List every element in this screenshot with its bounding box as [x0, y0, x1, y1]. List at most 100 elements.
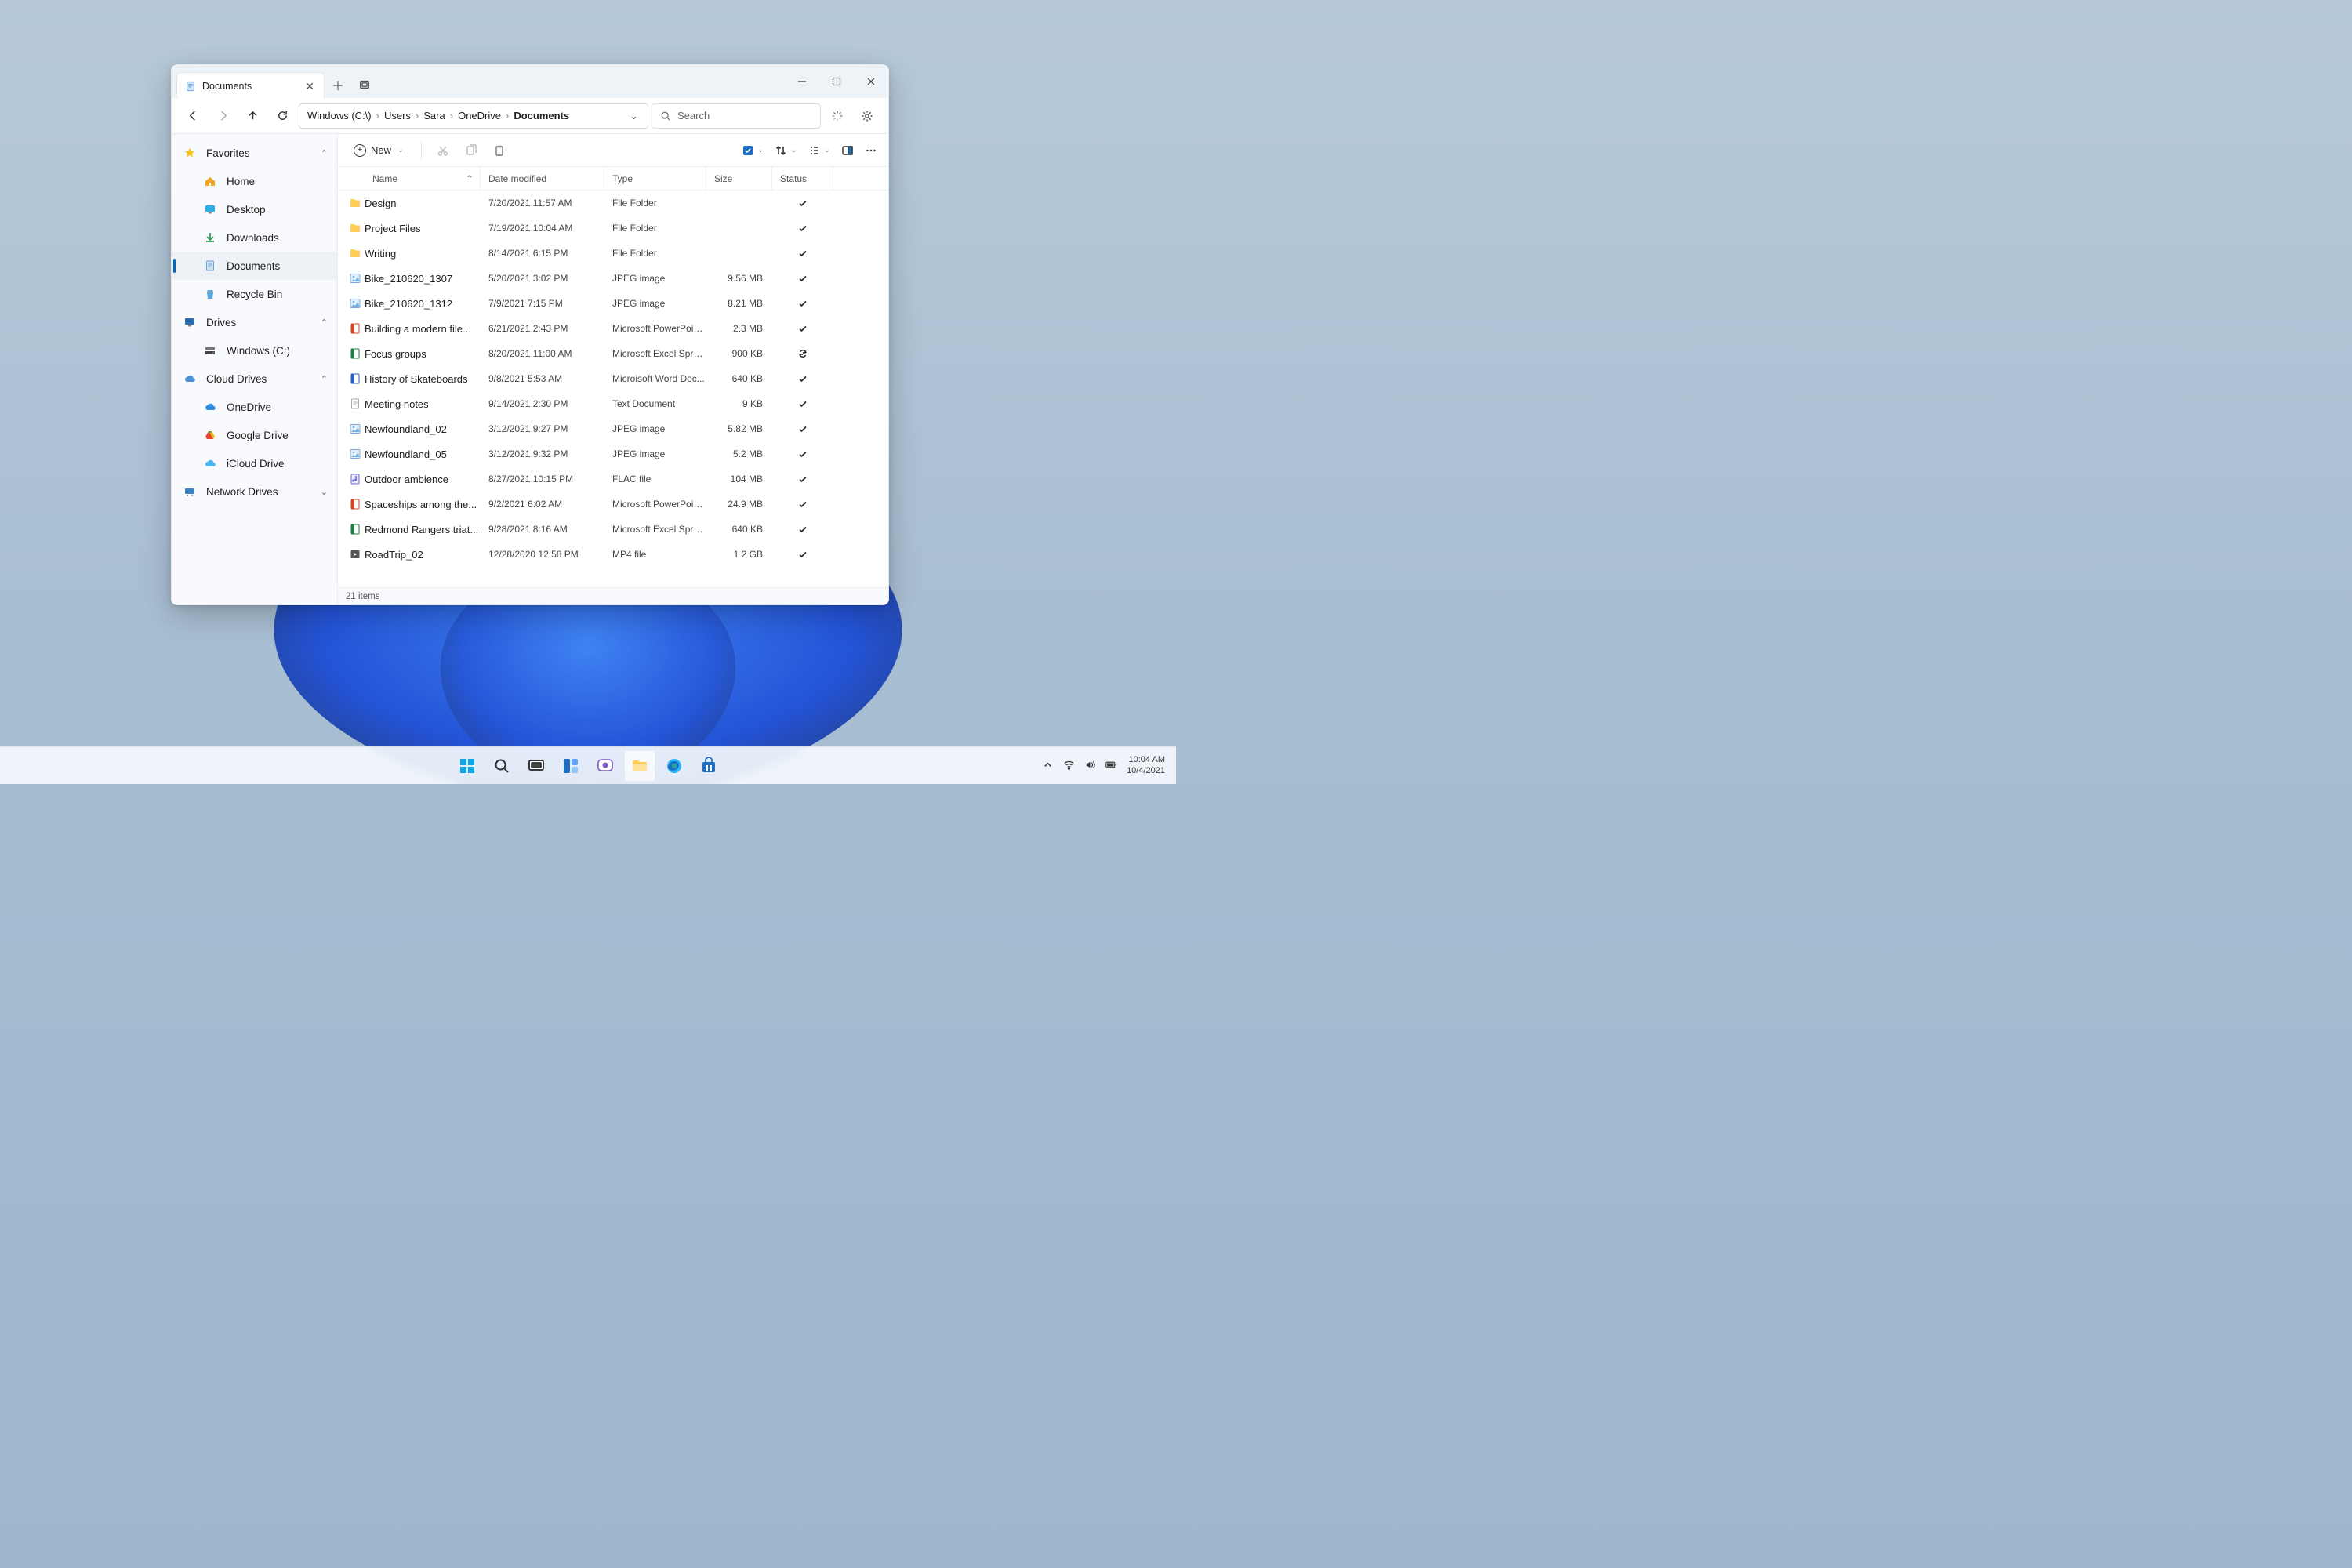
close-tab-icon[interactable]: ✕ [305, 81, 314, 92]
maximize-button[interactable] [819, 65, 854, 98]
file-row[interactable]: Spaceships among the...9/2/2021 6:02 AMM… [338, 492, 888, 517]
txt-icon [346, 397, 365, 410]
sidebar-group-drives[interactable]: Drives⌃ [172, 308, 337, 336]
settings-button[interactable] [854, 103, 880, 129]
breadcrumb-segment[interactable]: Users [381, 110, 414, 122]
select-mode-button[interactable]: ⌄ [739, 144, 767, 157]
file-explorer-taskbar-button[interactable] [624, 750, 655, 782]
file-type: FLAC file [604, 474, 706, 485]
sort-button[interactable]: ⌄ [771, 144, 800, 157]
file-row[interactable]: RoadTrip_0212/28/2020 12:58 PMMP4 file1.… [338, 542, 888, 567]
copy-button[interactable] [459, 139, 483, 162]
column-date[interactable]: Date modified [481, 167, 604, 190]
breadcrumb-segment[interactable]: Sara [420, 110, 448, 122]
file-name: RoadTrip_02 [365, 549, 481, 561]
navigation-sidebar[interactable]: Favorites⌃HomeDesktopDownloadsDocumentsR… [172, 134, 338, 604]
start-button[interactable] [452, 750, 483, 782]
network-icon [183, 485, 197, 498]
store-button[interactable] [693, 750, 724, 782]
volume-icon[interactable] [1084, 759, 1096, 773]
edge-browser-button[interactable] [659, 750, 690, 782]
breadcrumb[interactable]: Windows (C:\)›Users›Sara›OneDrive›Docume… [299, 103, 648, 129]
file-row[interactable]: Design7/20/2021 11:57 AMFile Folder [338, 191, 888, 216]
file-list[interactable]: Design7/20/2021 11:57 AMFile FolderProje… [338, 191, 888, 587]
file-row[interactable]: History of Skateboards9/8/2021 5:53 AMMi… [338, 366, 888, 391]
more-button[interactable] [862, 144, 880, 157]
column-name[interactable]: Name⌃ [365, 167, 481, 190]
cloud-icon [183, 372, 197, 385]
task-view-button[interactable] [521, 750, 552, 782]
breadcrumb-segment[interactable]: Documents [510, 110, 572, 122]
system-tray[interactable]: 10:04 AM 10/4/2021 [1042, 755, 1176, 775]
column-type[interactable]: Type [604, 167, 706, 190]
file-size: 5.2 MB [706, 448, 772, 459]
file-size: 9 KB [706, 398, 772, 409]
sidebar-item-desktop[interactable]: Desktop [172, 195, 337, 223]
sidebar-group-network-drives[interactable]: Network Drives⌄ [172, 477, 337, 506]
sidebar-item-google-drive[interactable]: Google Drive [172, 421, 337, 449]
file-name: Newfoundland_02 [365, 423, 481, 435]
sidebar-group-cloud-drives[interactable]: Cloud Drives⌃ [172, 365, 337, 393]
file-date: 7/19/2021 10:04 AM [481, 223, 604, 234]
sidebar-item-recycle-bin[interactable]: Recycle Bin [172, 280, 337, 308]
sidebar-group-favorites[interactable]: Favorites⌃ [172, 139, 337, 167]
battery-icon[interactable] [1105, 759, 1117, 773]
file-row[interactable]: Newfoundland_053/12/2021 9:32 PMJPEG ima… [338, 441, 888, 466]
wifi-icon[interactable] [1063, 759, 1075, 773]
file-type: Microsoft Excel Sprea... [604, 524, 706, 535]
sidebar-item-downloads[interactable]: Downloads [172, 223, 337, 252]
toolbar: + New ⌄ ⌄ ⌄ ⌄ [338, 134, 888, 167]
file-row[interactable]: Building a modern file...6/21/2021 2:43 … [338, 316, 888, 341]
search-taskbar-button[interactable] [486, 750, 517, 782]
widgets-button[interactable] [555, 750, 586, 782]
file-row[interactable]: Bike_210620_13127/9/2021 7:15 PMJPEG ima… [338, 291, 888, 316]
tab-overview-button[interactable] [351, 71, 378, 98]
chevron-right-icon: › [504, 110, 510, 122]
tab-documents[interactable]: Documents ✕ [176, 72, 325, 99]
cut-button[interactable] [431, 139, 455, 162]
drive-icon [203, 344, 217, 357]
sidebar-item-home[interactable]: Home [172, 167, 337, 195]
column-size[interactable]: Size [706, 167, 772, 190]
file-row[interactable]: Redmond Rangers triat...9/28/2021 8:16 A… [338, 517, 888, 542]
file-row[interactable]: Outdoor ambience8/27/2021 10:15 PMFLAC f… [338, 466, 888, 492]
sidebar-item-windows-c-[interactable]: Windows (C:) [172, 336, 337, 365]
chat-button[interactable] [590, 750, 621, 782]
minimize-button[interactable] [785, 65, 819, 98]
preview-pane-button[interactable] [838, 144, 857, 157]
new-tab-button[interactable]: ＋ [325, 71, 351, 98]
close-window-button[interactable] [854, 65, 888, 98]
breadcrumb-segment[interactable]: OneDrive [455, 110, 504, 122]
breadcrumb-history-button[interactable]: ⌄ [625, 110, 643, 122]
loading-icon [824, 103, 851, 129]
file-row[interactable]: Writing8/14/2021 6:15 PMFile Folder [338, 241, 888, 266]
file-size: 8.21 MB [706, 298, 772, 309]
file-status [772, 499, 833, 509]
tray-chevron-icon[interactable] [1042, 759, 1054, 773]
file-row[interactable]: Newfoundland_023/12/2021 9:27 PMJPEG ima… [338, 416, 888, 441]
new-button[interactable]: + New ⌄ [346, 139, 412, 162]
clock[interactable]: 10:04 AM 10/4/2021 [1127, 755, 1165, 775]
file-row[interactable]: Meeting notes9/14/2021 2:30 PMText Docum… [338, 391, 888, 416]
column-status[interactable]: Status [772, 167, 833, 190]
refresh-button[interactable] [269, 103, 296, 129]
file-name: Building a modern file... [365, 323, 481, 335]
file-row[interactable]: Focus groups8/20/2021 11:00 AMMicrosoft … [338, 341, 888, 366]
view-button[interactable]: ⌄ [805, 144, 833, 157]
sidebar-item-onedrive[interactable]: OneDrive [172, 393, 337, 421]
up-button[interactable] [239, 103, 266, 129]
file-status [772, 274, 833, 283]
sidebar-item-icloud-drive[interactable]: iCloud Drive [172, 449, 337, 477]
monitor-icon [183, 316, 197, 328]
forward-button[interactable] [209, 103, 236, 129]
sidebar-item-documents[interactable]: Documents [172, 252, 337, 280]
download-icon [203, 231, 217, 244]
file-row[interactable]: Project Files7/19/2021 10:04 AMFile Fold… [338, 216, 888, 241]
back-button[interactable] [180, 103, 206, 129]
search-input[interactable]: Search [652, 103, 821, 129]
file-name: Focus groups [365, 348, 481, 360]
paste-button[interactable] [488, 139, 511, 162]
file-row[interactable]: Bike_210620_13075/20/2021 3:02 PMJPEG im… [338, 266, 888, 291]
file-name: Bike_210620_1312 [365, 298, 481, 310]
breadcrumb-segment[interactable]: Windows (C:\) [304, 110, 375, 122]
